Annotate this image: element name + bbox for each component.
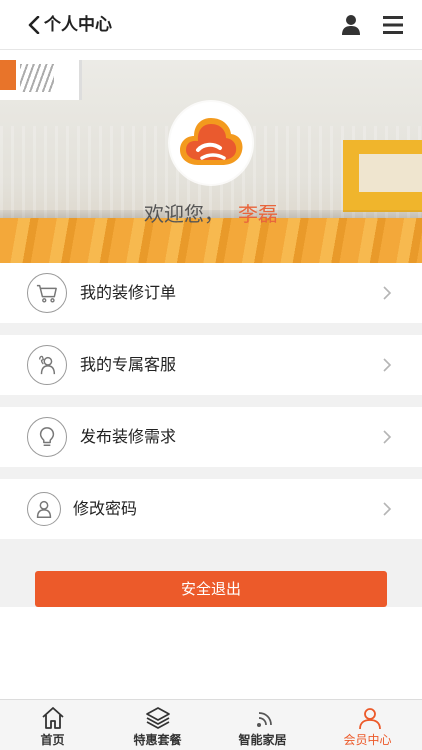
menu-item-label: 修改密码 xyxy=(73,499,138,518)
layers-icon xyxy=(146,707,170,729)
chevron-right-icon xyxy=(383,430,392,444)
menu-icon-wrapper xyxy=(27,345,67,385)
tab-member-center[interactable]: 会员中心 xyxy=(315,700,420,750)
menu-item-label: 我的装修订单 xyxy=(80,283,177,302)
bottom-tab-bar: 首页 特惠套餐 智能家居 会员中心 xyxy=(0,699,422,750)
user-name: 李磊 xyxy=(238,202,278,226)
welcome-text: 欢迎您， xyxy=(144,202,224,226)
tab-label: 首页 xyxy=(40,733,65,747)
hamburger-menu-icon[interactable] xyxy=(381,13,405,37)
menu-icon-wrapper xyxy=(27,492,61,526)
lightbulb-icon xyxy=(39,427,55,446)
divider xyxy=(0,395,422,407)
tab-home[interactable]: 首页 xyxy=(0,700,105,750)
tab-special-packages[interactable]: 特惠套餐 xyxy=(105,700,210,750)
member-icon xyxy=(359,708,381,730)
menu-icon-wrapper xyxy=(27,273,67,313)
tab-label: 特惠套餐 xyxy=(133,733,182,747)
logout-button[interactable]: 安全退出 xyxy=(35,571,387,607)
banner-decoration-left xyxy=(0,60,82,100)
chevron-right-icon xyxy=(383,358,392,372)
menu-item-customer-service[interactable]: 我的专属客服 xyxy=(0,335,422,395)
divider xyxy=(0,467,422,479)
wifi-signal-icon xyxy=(257,712,272,727)
tab-smart-home[interactable]: 智能家居 xyxy=(210,700,315,750)
back-button[interactable] xyxy=(28,11,40,39)
shopping-cart-icon xyxy=(36,284,57,303)
menu-item-change-password[interactable]: 修改密码 xyxy=(0,479,422,539)
menu-icon-wrapper xyxy=(27,417,67,457)
avatar[interactable] xyxy=(170,102,252,184)
customer-service-icon xyxy=(39,355,56,375)
welcome-message: 欢迎您， 李磊 xyxy=(0,200,422,228)
page-title: 个人中心 xyxy=(44,15,112,35)
tab-label: 智能家居 xyxy=(238,733,287,747)
menu-item-label: 发布装修需求 xyxy=(80,427,177,446)
chevron-left-icon xyxy=(28,16,40,34)
menu-item-publish-request[interactable]: 发布装修需求 xyxy=(0,407,422,467)
menu-item-label: 我的专属客服 xyxy=(80,355,177,374)
user-icon[interactable] xyxy=(339,13,363,37)
profile-banner: 欢迎您， 李磊 xyxy=(0,60,422,263)
brand-logo-icon xyxy=(180,118,243,165)
home-icon xyxy=(42,707,64,729)
top-header: 个人中心 xyxy=(0,0,422,50)
chevron-right-icon xyxy=(383,502,392,516)
tab-label: 会员中心 xyxy=(343,733,392,747)
user-profile-icon xyxy=(36,500,52,518)
divider xyxy=(0,323,422,335)
chevron-right-icon xyxy=(383,286,392,300)
menu-item-orders[interactable]: 我的装修订单 xyxy=(0,263,422,323)
